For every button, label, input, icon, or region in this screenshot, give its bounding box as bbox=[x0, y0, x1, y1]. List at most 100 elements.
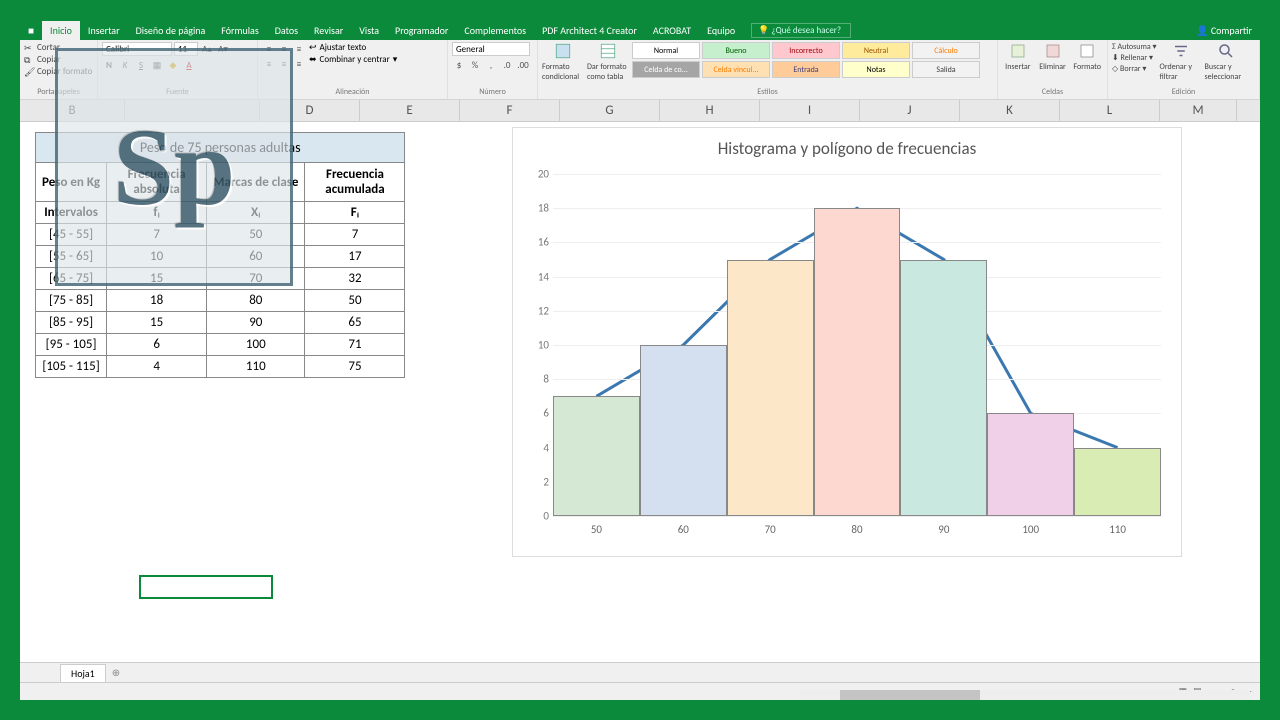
cell[interactable]: 100 bbox=[207, 334, 305, 356]
delete-cells-button[interactable]: Eliminar bbox=[1037, 42, 1069, 72]
align-center-button[interactable]: ≡ bbox=[277, 57, 291, 71]
copy-button[interactable]: ⧉Copiar bbox=[24, 54, 61, 65]
comma-button[interactable]: , bbox=[484, 58, 498, 72]
border-button[interactable]: ▦ bbox=[150, 58, 164, 72]
worksheet-grid[interactable]: BDEFGHIJKLM Peso de 75 personas adultas … bbox=[20, 100, 1260, 662]
horizontal-scrollbar[interactable] bbox=[800, 690, 1250, 700]
cell[interactable]: 71 bbox=[305, 334, 405, 356]
column-header[interactable]: J bbox=[860, 100, 960, 121]
tell-me-search[interactable]: 💡 ¿Qué desea hacer? bbox=[751, 23, 851, 38]
underline-button[interactable]: S bbox=[134, 58, 148, 72]
cell[interactable]: [55 - 65] bbox=[36, 246, 107, 268]
cell[interactable]: 90 bbox=[207, 312, 305, 334]
align-top-button[interactable]: ≡ bbox=[262, 42, 276, 56]
percent-button[interactable]: % bbox=[468, 58, 482, 72]
ribbon-tab-programador[interactable]: Programador bbox=[387, 21, 456, 40]
cell[interactable]: [85 - 95] bbox=[36, 312, 107, 334]
cell-style-salida[interactable]: Salida bbox=[912, 61, 980, 78]
cell[interactable]: 110 bbox=[207, 356, 305, 378]
column-header[interactable]: E bbox=[360, 100, 460, 121]
sort-filter-button[interactable]: Ordenar y filtrar bbox=[1160, 42, 1202, 82]
cell-style-celdavincul[interactable]: Celda vincul... bbox=[702, 61, 770, 78]
bar[interactable]: 110 bbox=[1074, 174, 1161, 516]
column-header[interactable]: K bbox=[960, 100, 1060, 121]
wrap-text-button[interactable]: ↩ Ajustar texto bbox=[309, 42, 397, 53]
ribbon-tab-equipo[interactable]: Equipo bbox=[699, 21, 743, 40]
cell[interactable]: 32 bbox=[305, 268, 405, 290]
sheet-tab[interactable]: Hoja1 bbox=[60, 664, 106, 682]
font-size-select[interactable]: 11 bbox=[174, 42, 198, 56]
cell-style-notas[interactable]: Notas bbox=[842, 61, 910, 78]
format-as-table-button[interactable]: Dar formato como tabla bbox=[587, 42, 629, 82]
cell-style-celdadeco[interactable]: Celda de co... bbox=[632, 61, 700, 78]
font-color-button[interactable]: A bbox=[182, 58, 196, 72]
cell[interactable]: 18 bbox=[107, 290, 207, 312]
align-bottom-button[interactable]: ≡ bbox=[292, 42, 306, 56]
format-cells-button[interactable]: Formato bbox=[1071, 42, 1103, 72]
cell[interactable]: 4 bbox=[107, 356, 207, 378]
column-header[interactable] bbox=[125, 100, 260, 121]
new-sheet-button[interactable]: ⊕ bbox=[112, 666, 120, 679]
column-header[interactable]: H bbox=[660, 100, 760, 121]
cell[interactable]: 60 bbox=[207, 246, 305, 268]
italic-button[interactable]: K bbox=[118, 58, 132, 72]
cell-style-incorrecto[interactable]: Incorrecto bbox=[772, 42, 840, 59]
cell-style-entrada[interactable]: Entrada bbox=[772, 61, 840, 78]
fill-color-button[interactable]: ◆ bbox=[166, 58, 180, 72]
bar[interactable]: 100 bbox=[987, 174, 1074, 516]
column-header[interactable]: G bbox=[560, 100, 660, 121]
dec-decimal-button[interactable]: .00 bbox=[516, 58, 530, 72]
ribbon-tab-pdf-architect-4-creator[interactable]: PDF Architect 4 Creator bbox=[534, 21, 645, 40]
cell[interactable]: 15 bbox=[107, 312, 207, 334]
ribbon-tab-vista[interactable]: Vista bbox=[351, 21, 387, 40]
currency-button[interactable]: $ bbox=[452, 58, 466, 72]
column-header[interactable]: F bbox=[460, 100, 560, 121]
autosum-button[interactable]: Σ Autosuma ▾ bbox=[1112, 42, 1157, 52]
cell[interactable]: 7 bbox=[305, 224, 405, 246]
cell-style-neutral[interactable]: Neutral bbox=[842, 42, 910, 59]
bar[interactable]: 70 bbox=[727, 174, 814, 516]
column-header[interactable]: M bbox=[1160, 100, 1237, 121]
cell[interactable]: 80 bbox=[207, 290, 305, 312]
histogram-chart[interactable]: Histograma y polígono de frecuencias 024… bbox=[512, 127, 1182, 557]
increase-font-button[interactable]: A▴ bbox=[200, 42, 214, 56]
share-button[interactable]: 👤 Compartir bbox=[1188, 21, 1260, 40]
insert-cells-button[interactable]: Insertar bbox=[1002, 42, 1034, 72]
align-left-button[interactable]: ≡ bbox=[262, 57, 276, 71]
cell[interactable]: 75 bbox=[305, 356, 405, 378]
cell[interactable]: [105 - 115] bbox=[36, 356, 107, 378]
ribbon-tab-datos[interactable]: Datos bbox=[267, 21, 306, 40]
cell[interactable]: [75 - 85] bbox=[36, 290, 107, 312]
column-header[interactable]: I bbox=[760, 100, 860, 121]
inc-decimal-button[interactable]: .0 bbox=[500, 58, 514, 72]
cell-style-clculo[interactable]: Cálculo bbox=[912, 42, 980, 59]
file-tab[interactable]: ■ bbox=[20, 21, 42, 40]
number-format-select[interactable]: General bbox=[452, 42, 530, 56]
cell[interactable]: 15 bbox=[107, 268, 207, 290]
align-right-button[interactable]: ≡ bbox=[292, 57, 306, 71]
column-header[interactable]: B bbox=[20, 100, 125, 121]
conditional-format-button[interactable]: Formato condicional bbox=[542, 42, 584, 82]
cell[interactable]: 10 bbox=[107, 246, 207, 268]
font-name-select[interactable]: Calibri bbox=[102, 42, 172, 56]
bar[interactable]: 50 bbox=[553, 174, 640, 516]
bold-button[interactable]: N bbox=[102, 58, 116, 72]
column-header[interactable]: D bbox=[260, 100, 360, 121]
ribbon-tab-acrobat[interactable]: ACROBAT bbox=[645, 21, 699, 40]
align-middle-button[interactable]: ≡ bbox=[277, 42, 291, 56]
merge-center-button[interactable]: ⬌ Combinar y centrar ▾ bbox=[309, 54, 397, 65]
ribbon-tab-insertar[interactable]: Insertar bbox=[80, 21, 128, 40]
cell-style-normal[interactable]: Normal bbox=[632, 42, 700, 59]
ribbon-tab-diseño-de-página[interactable]: Diseño de página bbox=[128, 21, 214, 40]
cut-button[interactable]: ✂Cortar bbox=[24, 42, 60, 53]
cell[interactable]: [95 - 105] bbox=[36, 334, 107, 356]
cell[interactable]: 50 bbox=[207, 224, 305, 246]
column-header[interactable]: L bbox=[1060, 100, 1160, 121]
cell[interactable]: 50 bbox=[305, 290, 405, 312]
decrease-font-button[interactable]: A▾ bbox=[216, 42, 230, 56]
cell[interactable]: [45 - 55] bbox=[36, 224, 107, 246]
ribbon-tab-complementos[interactable]: Complementos bbox=[456, 21, 534, 40]
bar[interactable]: 90 bbox=[900, 174, 987, 516]
bar[interactable]: 80 bbox=[814, 174, 901, 516]
find-select-button[interactable]: Buscar y seleccionar bbox=[1205, 42, 1247, 82]
